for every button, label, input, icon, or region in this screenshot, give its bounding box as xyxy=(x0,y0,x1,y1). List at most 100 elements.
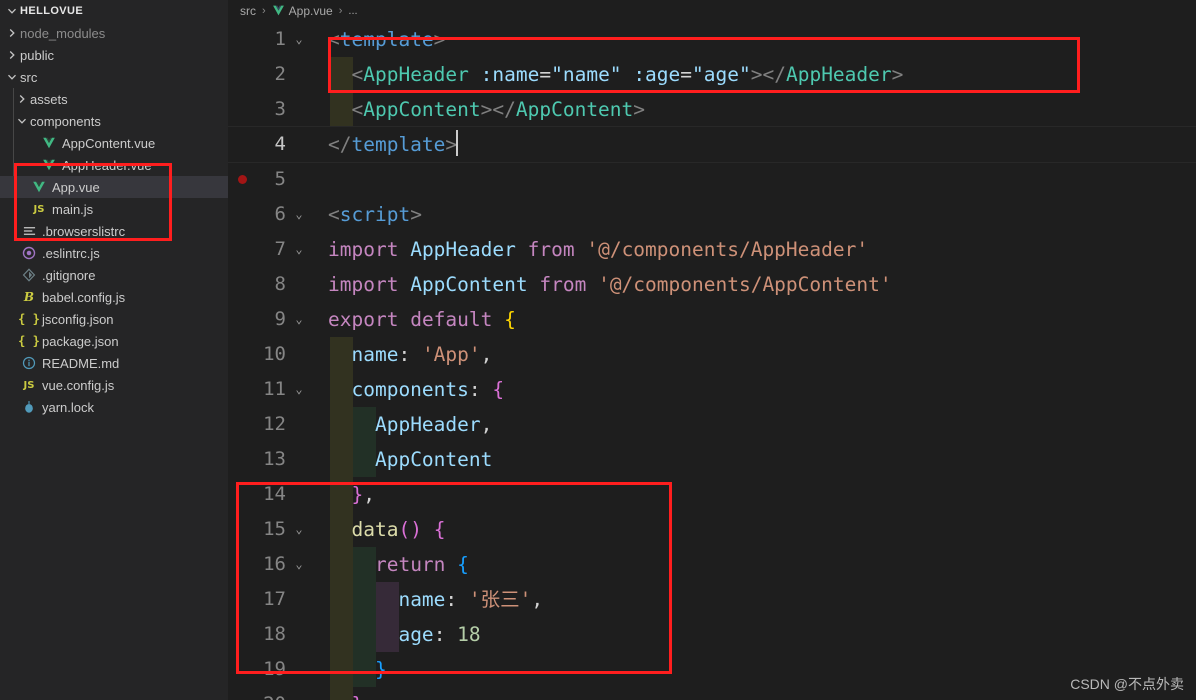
line-number: 2 xyxy=(274,63,286,85)
line-number: 4 xyxy=(274,133,286,155)
tree-item-label: AppHeader.vue xyxy=(62,157,152,173)
code-line-text: return { xyxy=(374,553,469,576)
breadcrumb-item-src[interactable]: src xyxy=(240,4,256,18)
breadcrumb-item-appvue[interactable]: App.vue xyxy=(289,4,333,18)
code-line-text: <AppContent></AppContent> xyxy=(351,98,646,121)
tree-item-label: public xyxy=(20,47,54,63)
line-number: 16 xyxy=(263,553,286,575)
code-line-15[interactable]: 15 ⌄ data() { xyxy=(228,512,1196,547)
fold-chevron-icon[interactable]: ⌄ xyxy=(292,302,306,337)
code-line-18[interactable]: 18 age: 18 xyxy=(228,617,1196,652)
tree-item-label: src xyxy=(20,69,38,85)
tree-item-eslintrc-js[interactable]: .eslintrc.js xyxy=(0,242,228,264)
tree-item-label: components xyxy=(30,113,101,129)
fold-chevron-icon[interactable]: ⌄ xyxy=(292,512,306,547)
code-line-12[interactable]: 12 AppHeader, xyxy=(228,407,1196,442)
code-line-10[interactable]: 10 name: 'App', xyxy=(228,337,1196,372)
line-number: 17 xyxy=(263,588,286,610)
tree-item-label: package.json xyxy=(42,333,119,349)
explorer-sidebar: HELLOVUE node_modulespublic src assets comp… xyxy=(0,0,228,700)
code-line-2[interactable]: 2 <AppHeader :name="name" :age="age"></A… xyxy=(228,57,1196,92)
chevron-down-icon[interactable] xyxy=(4,6,20,16)
tree-item-src[interactable]: src xyxy=(0,66,228,88)
tree-item-label: node_modules xyxy=(20,25,106,41)
chevron-down-icon[interactable] xyxy=(4,72,20,82)
chevron-right-icon[interactable] xyxy=(14,94,30,104)
fold-chevron-icon[interactable]: ⌄ xyxy=(292,197,306,232)
code-line-14[interactable]: 14 }, xyxy=(228,477,1196,512)
tree-item-components[interactable]: components xyxy=(0,110,228,132)
tree-item-gitignore[interactable]: .gitignore xyxy=(0,264,228,286)
code-line-13[interactable]: 13 AppContent xyxy=(228,442,1196,477)
eslint-file-icon xyxy=(20,246,38,260)
chevron-right-icon[interactable] xyxy=(4,28,20,38)
code-line-text: } xyxy=(328,687,363,700)
yarn-file-icon xyxy=(20,400,38,414)
line-number: 12 xyxy=(263,413,286,435)
code-lines-container[interactable]: 1 ⌄ <template> 2 <AppHeader :name="name" :a… xyxy=(228,22,1196,700)
fold-chevron-icon[interactable]: ⌄ xyxy=(292,22,306,57)
tree-item-babel-config-js[interactable]: Bbabel.config.js xyxy=(0,286,228,308)
code-line-4[interactable]: 4 </template> xyxy=(228,126,1196,163)
tree-item-main-js[interactable]: JS main.js xyxy=(0,198,228,220)
line-number: 8 xyxy=(274,273,286,295)
code-line-text: <template> xyxy=(328,28,446,51)
tree-item-app-vue[interactable]: App.vue xyxy=(0,176,228,198)
code-line-6[interactable]: 6 ⌄ <script> xyxy=(228,197,1196,232)
code-line-text: }, xyxy=(351,483,375,506)
code-line-8[interactable]: 8 import AppContent from '@/components/Ap… xyxy=(228,267,1196,302)
code-line-text: AppContent xyxy=(374,448,493,471)
code-line-7[interactable]: 7 ⌄ import AppHeader from '@/components/Ap… xyxy=(228,232,1196,267)
vue-file-icon xyxy=(40,137,58,149)
tree-item-jsconfig-json[interactable]: { } jsconfig.json xyxy=(0,308,228,330)
code-line-9[interactable]: 9 ⌄ export default { xyxy=(228,302,1196,337)
tree-item-appcontent-vue[interactable]: AppContent.vue xyxy=(0,132,228,154)
tree-item-vue-config-js[interactable]: JS vue.config.js xyxy=(0,374,228,396)
code-line-3[interactable]: 3 <AppContent></AppContent> xyxy=(228,92,1196,127)
tree-item-label: vue.config.js xyxy=(42,377,115,393)
line-number: 7 xyxy=(274,238,286,260)
tree-item-node-modules[interactable]: node_modules xyxy=(0,22,228,44)
git-file-icon xyxy=(20,268,38,282)
line-number: 3 xyxy=(274,98,286,120)
chevron-right-icon: › xyxy=(262,5,266,17)
code-line-text: components: { xyxy=(351,378,505,401)
code-line-text: name: '张三', xyxy=(398,588,544,611)
code-line-text: AppHeader, xyxy=(374,413,493,436)
chevron-down-icon[interactable] xyxy=(14,116,30,126)
fold-chevron-icon[interactable]: ⌄ xyxy=(292,547,306,582)
explorer-root-row[interactable]: HELLOVUE xyxy=(0,0,228,22)
vscode-window: HELLOVUE node_modulespublic src assets comp… xyxy=(0,0,1196,700)
code-line-17[interactable]: 17 name: '张三', xyxy=(228,582,1196,617)
fold-chevron-icon[interactable]: ⌄ xyxy=(292,232,306,267)
code-line-19[interactable]: 19 } xyxy=(228,652,1196,687)
fold-chevron-icon[interactable]: ⌄ xyxy=(292,372,306,407)
code-line-20[interactable]: 20 } xyxy=(228,687,1196,700)
tree-item-readme-md[interactable]: README.md xyxy=(0,352,228,374)
tree-item-label: App.vue xyxy=(52,179,100,195)
code-line-16[interactable]: 16 ⌄ return { xyxy=(228,547,1196,582)
tree-item-package-json[interactable]: { } package.json xyxy=(0,330,228,352)
code-line-text: export default { xyxy=(328,308,516,331)
code-line-text: data() { xyxy=(351,518,446,541)
code-line-1[interactable]: 1 ⌄ <template> xyxy=(228,22,1196,57)
tree-item-public[interactable]: public xyxy=(0,44,228,66)
code-line-11[interactable]: 11 ⌄ components: { xyxy=(228,372,1196,407)
code-line-text: age: 18 xyxy=(398,623,481,646)
tree-item-assets[interactable]: assets xyxy=(0,88,228,110)
code-line-5[interactable]: 5 xyxy=(228,162,1196,197)
tree-item-label: main.js xyxy=(52,201,94,217)
tree-item-label: assets xyxy=(30,91,68,107)
line-number: 13 xyxy=(263,448,286,470)
chevron-right-icon[interactable] xyxy=(4,50,20,60)
code-line-text: <AppHeader :name="name" :age="age"></App… xyxy=(351,63,904,86)
config-file-icon xyxy=(20,225,38,238)
babel-file-icon: B xyxy=(23,290,35,304)
tree-item-browserslistrc[interactable]: .browserslistrc xyxy=(0,220,228,242)
json-file-icon: { } xyxy=(18,334,40,348)
code-line-text: import AppContent from '@/components/App… xyxy=(328,273,892,296)
tree-item-yarn-lock[interactable]: yarn.lock xyxy=(0,396,228,418)
code-line-text: import AppHeader from '@/components/AppH… xyxy=(328,238,869,261)
breadcrumb-item-more[interactable]: ... xyxy=(348,5,357,17)
tree-item-appheader-vue[interactable]: AppHeader.vue xyxy=(0,154,228,176)
